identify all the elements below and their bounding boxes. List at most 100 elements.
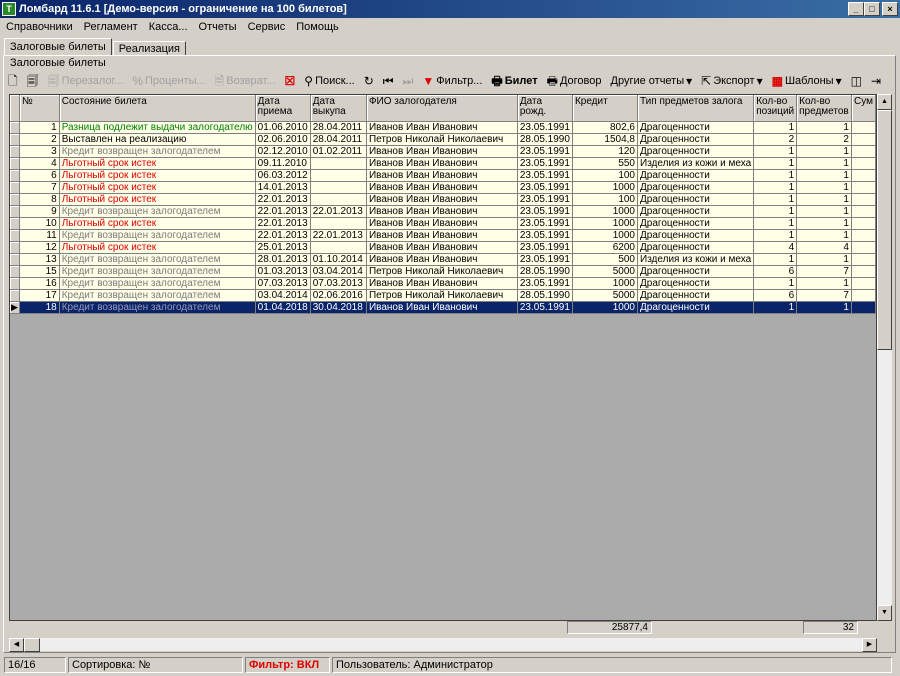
cell-credit: 100 <box>572 169 639 182</box>
table-row[interactable]: 9 Кредит возвращен залогодателем 22.01.201… <box>10 205 876 218</box>
export-button[interactable]: ⇱ Экспорт ▾ <box>697 71 767 91</box>
row-indicator <box>10 145 21 158</box>
table-row[interactable]: 13 Кредит возвращен залогодателем 28.01.20… <box>10 253 876 266</box>
title-bar: Т Ломбард 11.6.1 [Демо-версия - ограниче… <box>0 0 900 18</box>
col-credit[interactable]: Кредит <box>572 95 639 122</box>
scroll-right-icon[interactable]: ▶ <box>862 638 877 652</box>
cell-sum <box>851 241 876 254</box>
menu-regulation[interactable]: Регламент <box>78 21 143 33</box>
table-row[interactable]: 15 Кредит возвращен залогодателем 01.03.20… <box>10 265 876 278</box>
cell-birth-date: 23.05.1991 <box>517 217 573 230</box>
menu-help[interactable]: Помощь <box>290 21 344 33</box>
vertical-scroll-thumb[interactable] <box>877 110 892 350</box>
col-birth-date[interactable]: Дата рожд. <box>517 95 573 122</box>
new-button[interactable]: 🗋 <box>4 71 23 91</box>
tab-pledge-tickets[interactable]: Залоговые билеты <box>4 38 112 56</box>
scroll-up-icon[interactable]: ▲ <box>877 94 892 110</box>
col-item-type[interactable]: Тип предметов залога <box>637 95 755 122</box>
app-icon: Т <box>2 2 16 16</box>
col-date-in[interactable]: Дата приема <box>255 95 311 122</box>
row-indicator <box>10 205 21 218</box>
col-number[interactable]: № <box>19 95 60 122</box>
scroll-left-icon[interactable]: ◀ <box>9 638 24 652</box>
col-state[interactable]: Состояние билета <box>59 95 256 122</box>
col-items[interactable]: Кол-во предметов <box>796 95 852 122</box>
horizontal-scrollbar[interactable]: ◀ ▶ <box>9 637 877 652</box>
cell-number: 13 <box>19 253 60 266</box>
menu-service[interactable]: Сервис <box>242 21 291 33</box>
row-indicator <box>10 253 21 266</box>
cell-sum <box>851 229 876 242</box>
export-icon: ⇱ <box>701 74 712 88</box>
tickets-grid[interactable]: № Состояние билета Дата приема Дата выку… <box>9 94 877 621</box>
templates-button[interactable]: ▦ Шаблоны ▾ <box>768 71 847 91</box>
exit-button[interactable]: ⇥ <box>867 71 886 91</box>
columns-button[interactable]: ◫ <box>847 71 867 91</box>
cell-number: 18 <box>19 301 60 314</box>
scroll-down-icon[interactable]: ▼ <box>877 605 892 621</box>
cell-birth-date: 23.05.1991 <box>517 229 573 242</box>
col-positions[interactable]: Кол-во позиций <box>753 95 798 122</box>
cell-date-in: 25.01.2013 <box>255 241 311 254</box>
table-row[interactable]: 17 Кредит возвращен залогодателем 03.04.20… <box>10 289 876 302</box>
cell-item-type: Драгоценности <box>637 217 755 230</box>
percents-button[interactable]: % Проценты... <box>128 71 210 91</box>
other-reports-button[interactable]: Другие отчеты ▾ <box>607 71 698 91</box>
menu-bar: Справочники Регламент Касса... Отчеты Се… <box>0 18 900 36</box>
first-record-icon: ⏮ <box>382 74 394 88</box>
table-row[interactable]: 12 Льготный срок истек 25.01.2013 Иванов Ив… <box>10 241 876 254</box>
cell-birth-date: 23.05.1991 <box>517 169 573 182</box>
copy-button[interactable]: 🗐 <box>23 71 44 91</box>
tab-sales[interactable]: Реализация <box>112 41 187 56</box>
row-indicator <box>10 169 21 182</box>
menu-cash[interactable]: Касса... <box>143 21 193 33</box>
table-row[interactable]: 6 Льготный срок истек 06.03.2012 Иванов Ива… <box>10 169 876 182</box>
table-row[interactable]: 8 Льготный срок истек 22.01.2013 Иванов Ива… <box>10 193 876 206</box>
table-row[interactable]: 16 Кредит возвращен залогодателем 07.03.20… <box>10 277 876 290</box>
cell-positions: 1 <box>753 169 798 182</box>
cell-date-out <box>310 181 367 194</box>
cell-date-out <box>310 241 367 254</box>
table-row[interactable]: 1 Разница подлежит выдачи залогодателю 01.… <box>10 121 876 134</box>
table-row[interactable]: 7 Льготный срок истек 14.01.2013 Иванов Ива… <box>10 181 876 194</box>
row-indicator <box>10 193 21 206</box>
close-button[interactable]: × <box>882 2 898 16</box>
col-sum[interactable]: Сум <box>851 95 876 122</box>
cell-date-out: 30.04.2018 <box>310 301 367 314</box>
minimize-button[interactable]: _ <box>848 2 864 16</box>
table-row[interactable]: 11 Кредит возвращен залогодателем 22.01.20… <box>10 229 876 242</box>
cell-positions: 1 <box>753 121 798 134</box>
cell-birth-date: 28.05.1990 <box>517 133 573 146</box>
ticket-button[interactable]: 🖶 Билет <box>487 71 542 91</box>
menu-directories[interactable]: Справочники <box>0 21 78 33</box>
menu-reports[interactable]: Отчеты <box>193 21 242 33</box>
repledge-button[interactable]: 🗐 Перезалог... <box>44 71 129 91</box>
dropdown-arrow-icon: ▾ <box>835 74 842 88</box>
table-row[interactable]: ▶ 18 Кредит возвращен залогодателем 01.04.2… <box>10 301 876 314</box>
horizontal-scroll-thumb[interactable] <box>24 638 40 652</box>
table-row[interactable]: 3 Кредит возвращен залогодателем 02.12.201… <box>10 145 876 158</box>
table-row[interactable]: 10 Льготный срок истек 22.01.2013 Иванов Ив… <box>10 217 876 230</box>
refresh-button[interactable]: ↻ <box>360 71 379 91</box>
last-record-button[interactable]: ⏭ <box>399 71 419 91</box>
cell-date-in: 22.01.2013 <box>255 217 311 230</box>
col-date-out[interactable]: Дата выкупа <box>310 95 367 122</box>
contract-button[interactable]: 🖶 Договор <box>543 71 607 91</box>
table-row[interactable]: 2 Выставлен на реализацию 02.06.2010 28.04.… <box>10 133 876 146</box>
return-button[interactable]: 🗎 Возврат... <box>211 71 281 91</box>
delete-button[interactable]: ☒ <box>281 71 301 91</box>
search-button[interactable]: ⚲ Поиск... <box>300 71 359 91</box>
filter-button[interactable]: ▼ Фильтр... <box>418 71 487 91</box>
cell-birth-date: 23.05.1991 <box>517 181 573 194</box>
cell-state: Кредит возвращен залогодателем <box>59 277 256 290</box>
cell-sum <box>851 217 876 230</box>
cell-credit: 1000 <box>572 229 639 242</box>
table-row[interactable]: 4 Льготный срок истек 09.11.2010 Иванов Ива… <box>10 157 876 170</box>
maximize-button[interactable]: □ <box>864 2 880 16</box>
first-record-button[interactable]: ⏮ <box>379 71 399 91</box>
col-pledger-name[interactable]: ФИО залогодателя <box>366 95 518 122</box>
cell-item-type: Драгоценности <box>637 205 755 218</box>
row-indicator-header <box>10 95 21 122</box>
cell-number: 3 <box>19 145 60 158</box>
vertical-scrollbar[interactable]: ▲ ▼ <box>877 94 892 621</box>
